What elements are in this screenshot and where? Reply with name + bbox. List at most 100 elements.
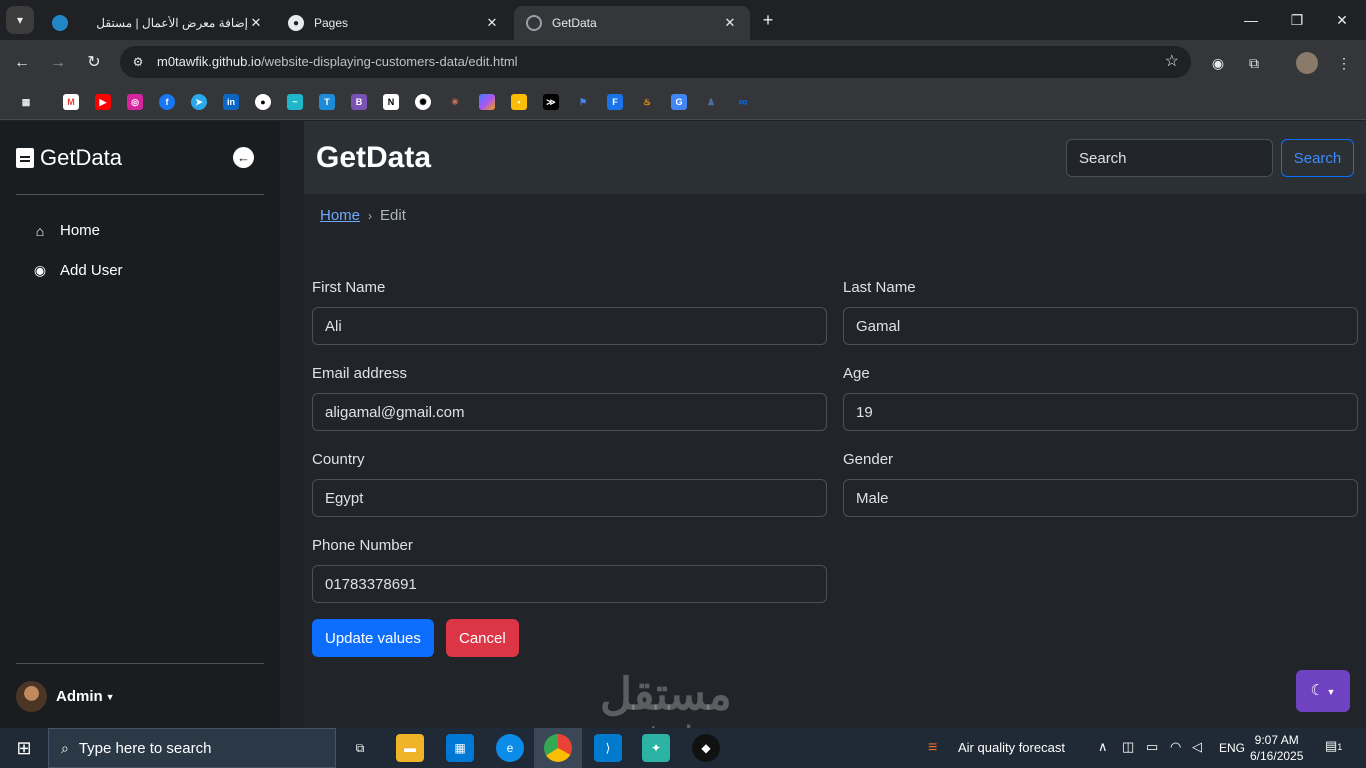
- close-icon[interactable]: ✕: [722, 15, 738, 31]
- task-view-icon[interactable]: ⧉: [346, 734, 374, 762]
- menu-icon[interactable]: ⋮: [1333, 52, 1355, 74]
- age-field[interactable]: [843, 393, 1358, 431]
- url-text[interactable]: m0tawfik.github.io/website-displaying-cu…: [157, 54, 518, 69]
- clock-time: 9:07 AM: [1254, 733, 1299, 747]
- collapse-sidebar-button[interactable]: ←: [233, 147, 254, 168]
- linkedin-icon[interactable]: in: [223, 94, 239, 110]
- extensions-icon[interactable]: ⧉: [1243, 52, 1265, 74]
- last-name-field[interactable]: [843, 307, 1358, 345]
- battery-icon[interactable]: ▭: [1146, 739, 1158, 755]
- camera-icon[interactable]: ◫: [1122, 739, 1134, 755]
- phone-field[interactable]: [312, 565, 827, 603]
- email-field[interactable]: [312, 393, 827, 431]
- youtube-icon[interactable]: ▶: [95, 94, 111, 110]
- chatgpt-icon[interactable]: ✺: [415, 94, 431, 110]
- minimize-icon[interactable]: —: [1239, 8, 1263, 32]
- first-name-label: First Name: [312, 279, 386, 296]
- theme-toggle-button[interactable]: ☾ ▼: [1296, 670, 1350, 712]
- bookmark-icon[interactable]: ▪: [511, 94, 527, 110]
- vscode-icon[interactable]: ⟩: [594, 734, 622, 762]
- caret-down-icon: ▼: [1324, 687, 1336, 697]
- copilot-icon[interactable]: [479, 94, 495, 110]
- telegram-icon[interactable]: ➤: [191, 94, 207, 110]
- bookmark-icon[interactable]: ♨: [639, 94, 655, 110]
- app-icon[interactable]: ◆: [692, 734, 720, 762]
- site-settings-icon[interactable]: ⚙: [128, 52, 148, 72]
- volume-icon[interactable]: ◁: [1192, 739, 1202, 755]
- flag-icon[interactable]: ⚑: [575, 94, 591, 110]
- forward-button[interactable]: →: [45, 50, 71, 76]
- reload-button[interactable]: ↻: [81, 50, 107, 76]
- sidebar-item-home[interactable]: ⌂ Home: [32, 222, 100, 239]
- close-icon[interactable]: ✕: [484, 15, 500, 31]
- edge-icon[interactable]: e: [496, 734, 524, 762]
- gender-field[interactable]: [843, 479, 1358, 517]
- bookmark-icon[interactable]: F: [607, 94, 623, 110]
- address-bar[interactable]: ⚙ m0tawfik.github.io/website-displaying-…: [120, 46, 1191, 78]
- system-clock[interactable]: 9:07 AM 6/16/2025: [1250, 732, 1303, 764]
- sidebar: GetData ← ⌂ Home ◉ Add User Admin ▼: [0, 121, 280, 728]
- bookmark-icon[interactable]: ~: [287, 94, 303, 110]
- breadcrumb-home-link[interactable]: Home: [320, 207, 360, 224]
- wifi-icon[interactable]: ◠: [1170, 739, 1181, 755]
- user-circle-icon: ◉: [33, 262, 47, 278]
- incognito-icon[interactable]: ◉: [1207, 52, 1229, 74]
- notification-icon[interactable]: ▤1: [1325, 738, 1342, 754]
- taskbar-search[interactable]: ⌕ Type here to search: [48, 728, 336, 768]
- tab-pages[interactable]: ● Pages ✕: [276, 6, 512, 40]
- new-tab-button[interactable]: +: [757, 9, 779, 31]
- taskbar-search-placeholder: Type here to search: [78, 739, 212, 757]
- notification-count: 1: [1337, 742, 1343, 752]
- close-window-icon[interactable]: ✕: [1330, 8, 1354, 32]
- close-icon[interactable]: ✕: [248, 15, 264, 31]
- github-icon[interactable]: ●: [255, 94, 271, 110]
- search-button[interactable]: Search: [1281, 139, 1354, 177]
- translate-icon[interactable]: G: [671, 94, 687, 110]
- search-input[interactable]: [1066, 139, 1273, 177]
- tab-mostaql[interactable]: إضافة معرض الأعمال | مستقل ✕: [40, 6, 276, 40]
- star-icon[interactable]: ☆: [1165, 51, 1179, 71]
- apps-icon[interactable]: ▦: [18, 94, 34, 110]
- weather-icon[interactable]: ≡: [928, 739, 937, 757]
- bookmark-icon[interactable]: ♟: [703, 94, 719, 110]
- bootstrap-icon[interactable]: B: [351, 94, 367, 110]
- chevron-up-icon[interactable]: ∧: [1098, 739, 1108, 755]
- claude-icon[interactable]: ✳: [447, 94, 463, 110]
- divider: [16, 663, 264, 664]
- gmail-icon[interactable]: M: [63, 94, 79, 110]
- sidebar-item-add-user[interactable]: ◉ Add User: [32, 262, 123, 279]
- notion-icon[interactable]: N: [383, 94, 399, 110]
- terminal-icon[interactable]: ≫: [543, 94, 559, 110]
- main-header: GetData Search: [304, 121, 1366, 194]
- browser-toolbar: ← → ↻ ⚙ m0tawfik.github.io/website-displ…: [0, 40, 1366, 86]
- tab-search-button[interactable]: ▾: [6, 6, 34, 34]
- bookmark-icon[interactable]: T: [319, 94, 335, 110]
- gender-label: Gender: [843, 451, 894, 468]
- app-icon[interactable]: ✦: [642, 734, 670, 762]
- url-host: m0tawfik.github.io: [157, 54, 262, 69]
- windows-start-icon[interactable]: ⊞: [0, 728, 48, 768]
- tab-title: إضافة معرض الأعمال | مستقل: [96, 16, 248, 30]
- instagram-icon[interactable]: ◎: [127, 94, 143, 110]
- facebook-icon[interactable]: f: [159, 94, 175, 110]
- globe-icon: [526, 15, 542, 31]
- chrome-icon[interactable]: [544, 734, 572, 762]
- store-icon[interactable]: ▦: [446, 734, 474, 762]
- country-field[interactable]: [312, 479, 827, 517]
- profile-avatar[interactable]: [1296, 52, 1318, 74]
- update-button[interactable]: Update values: [312, 619, 434, 657]
- breadcrumb: Home › Edit: [320, 207, 406, 224]
- weather-widget[interactable]: Air quality forecast: [958, 740, 1065, 755]
- file-explorer-icon[interactable]: ▬: [396, 734, 424, 762]
- github-icon: ●: [288, 15, 304, 31]
- user-menu[interactable]: Admin ▼: [16, 681, 115, 712]
- bookmarks-bar: ▦ M ▶ ◎ f ➤ in ● ~ T B N ✺ ✳ ▪ ≫ ⚑ F ♨ G…: [0, 86, 1366, 120]
- meta-icon[interactable]: ∞: [735, 94, 751, 110]
- back-button[interactable]: ←: [9, 50, 35, 76]
- first-name-field[interactable]: [312, 307, 827, 345]
- cancel-button[interactable]: Cancel: [446, 619, 519, 657]
- tab-getdata[interactable]: GetData ✕: [514, 6, 750, 40]
- restore-icon[interactable]: ❐: [1285, 8, 1309, 32]
- language-indicator[interactable]: ENG: [1219, 741, 1245, 755]
- sidebar-brand[interactable]: GetData: [16, 145, 122, 171]
